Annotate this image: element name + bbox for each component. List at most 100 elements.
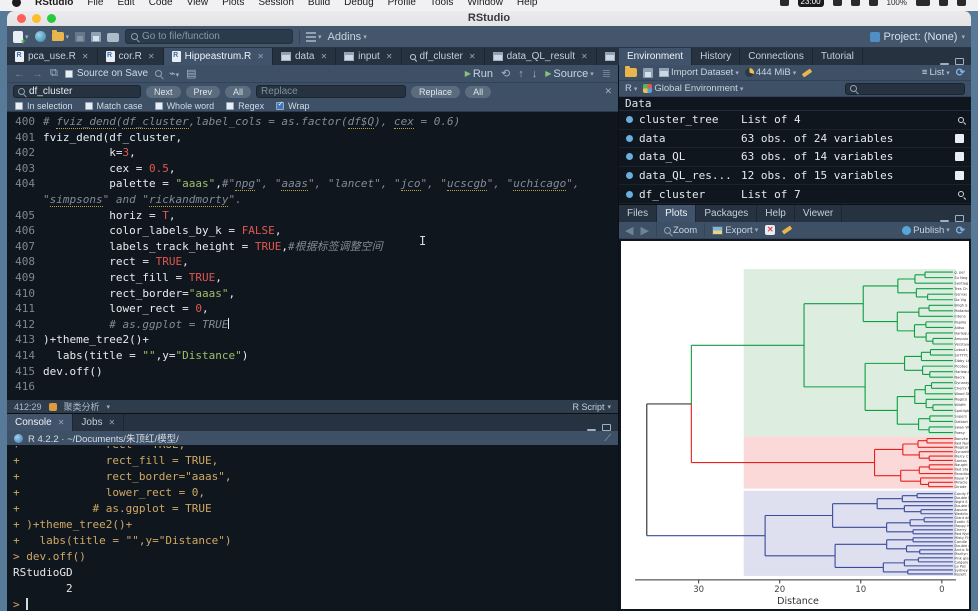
source-button[interactable]: ▶ Source ▾: [545, 68, 594, 80]
memory-usage-button[interactable]: 444 MiB ▾: [744, 67, 796, 78]
find-option-in-selection[interactable]: In selection: [15, 101, 73, 111]
maximize-pane-icon[interactable]: [602, 424, 611, 431]
status-icon[interactable]: [939, 0, 948, 6]
close-tab-icon[interactable]: ✕: [109, 418, 116, 427]
view-table-icon[interactable]: [955, 171, 964, 181]
expand-object-icon[interactable]: [626, 153, 633, 161]
close-tab-icon[interactable]: ✕: [386, 52, 393, 61]
menu-app[interactable]: RStudio: [35, 0, 73, 8]
export-plot-button[interactable]: Export ▾: [712, 225, 758, 236]
open-file-button[interactable]: ▾: [51, 30, 69, 41]
source-tab-hippeastrum-r[interactable]: Hippeastrum.R ✕: [163, 48, 273, 65]
replace-button[interactable]: Replace: [411, 85, 461, 98]
import-dataset-button[interactable]: Import Dataset ▾: [659, 67, 739, 78]
pane-tab-plots[interactable]: Plots: [657, 205, 697, 222]
close-find-icon[interactable]: ✕: [604, 86, 612, 97]
menu-view[interactable]: View: [187, 0, 209, 8]
back-icon[interactable]: ←: [14, 68, 25, 80]
menu-code[interactable]: Code: [149, 0, 173, 8]
close-tab-icon[interactable]: ✕: [82, 52, 89, 61]
remove-plot-icon[interactable]: ✕: [765, 225, 776, 235]
environment-item[interactable]: data 63 obs. of 24 variables: [619, 130, 971, 149]
popout-icon[interactable]: ⧉: [50, 67, 58, 80]
environment-item[interactable]: data_QL 63 obs. of 14 variables: [619, 148, 971, 167]
close-tab-icon[interactable]: ✕: [469, 52, 476, 61]
console-tab-console[interactable]: Console ✕: [7, 414, 74, 431]
find-option-wrap[interactable]: Wrap: [276, 100, 309, 111]
replace-all-button[interactable]: All: [465, 85, 492, 98]
maximize-pane-icon[interactable]: [955, 58, 964, 65]
menu-file[interactable]: File: [87, 0, 103, 8]
find-prev-button[interactable]: Prev: [185, 85, 221, 98]
outline-icon[interactable]: ≣: [602, 67, 611, 80]
pane-tab-environment[interactable]: Environment: [619, 48, 693, 65]
window-title-bar[interactable]: RStudio: [7, 11, 971, 26]
menu-build[interactable]: Build: [308, 0, 330, 8]
language-selector[interactable]: R ▾: [625, 83, 637, 94]
menu-plots[interactable]: Plots: [222, 0, 244, 8]
project-menu[interactable]: Project: (None) ▾: [869, 31, 965, 43]
expand-object-icon[interactable]: [626, 190, 633, 198]
run-up-icon[interactable]: ↑: [518, 68, 524, 80]
console-resize-icon[interactable]: ⟋: [604, 433, 611, 444]
list-view-button[interactable]: ≡ List ▾: [922, 67, 950, 78]
inspect-object-icon[interactable]: [958, 191, 964, 198]
goto-file-function-input[interactable]: Go to file/function: [125, 29, 294, 44]
load-workspace-icon[interactable]: [625, 66, 637, 77]
close-tab-icon[interactable]: ✕: [581, 52, 588, 61]
environment-search-input[interactable]: [845, 82, 965, 95]
minimize-pane-icon[interactable]: [940, 219, 949, 222]
menu-edit[interactable]: Edit: [117, 0, 134, 8]
save-button[interactable]: [75, 31, 86, 42]
close-tab-icon[interactable]: ✕: [58, 418, 65, 427]
rerun-icon[interactable]: ⟲: [501, 67, 510, 80]
status-icon[interactable]: [957, 0, 966, 6]
environment-item[interactable]: cluster_tree List of 4: [619, 111, 971, 130]
pane-tab-files[interactable]: Files: [619, 205, 658, 222]
section-label[interactable]: 聚类分析: [64, 400, 100, 413]
addins-grid-icon[interactable]: ▾: [306, 31, 322, 42]
close-tab-icon[interactable]: ✕: [148, 52, 155, 61]
find-option-whole-word[interactable]: Whole word: [154, 101, 214, 111]
expand-object-icon[interactable]: [626, 134, 633, 142]
minimize-pane-icon[interactable]: [940, 62, 949, 65]
source-tab-pca-use-r[interactable]: pca_use.R ✕: [7, 48, 98, 65]
refresh-plots-icon[interactable]: ⟳: [956, 224, 965, 237]
minimize-window-button[interactable]: [32, 14, 41, 23]
source-tab-input[interactable]: input ✕: [336, 48, 402, 65]
save-workspace-icon[interactable]: [643, 67, 653, 78]
menu-session[interactable]: Session: [258, 0, 294, 8]
inspect-object-icon[interactable]: [958, 116, 964, 123]
code-tools-icon[interactable]: ⌁▾: [169, 67, 179, 80]
previous-plot-icon[interactable]: ◀: [625, 224, 633, 237]
global-environment-selector[interactable]: Global Environment ▾: [643, 83, 743, 94]
run-down-icon[interactable]: ↓: [532, 68, 538, 80]
environment-item[interactable]: df_cluster List of 7: [619, 185, 971, 204]
status-icon[interactable]: [832, 0, 842, 6]
print-button[interactable]: [107, 31, 120, 42]
forward-icon[interactable]: →: [32, 68, 43, 80]
new-project-button[interactable]: [34, 31, 46, 42]
pane-tab-tutorial[interactable]: Tutorial: [812, 48, 863, 65]
menu-tools[interactable]: Tools: [430, 0, 453, 8]
run-button[interactable]: ▶ Run: [465, 68, 493, 80]
code-area[interactable]: I 400 # fviz_dend(df_cluster,label_cols =…: [7, 112, 618, 400]
environment-item[interactable]: data_QL_res... 12 obs. of 15 variables: [619, 167, 971, 186]
replace-input[interactable]: [256, 85, 407, 98]
save-all-button[interactable]: [91, 31, 102, 42]
close-tab-icon[interactable]: ✕: [257, 52, 264, 61]
expand-object-icon[interactable]: [626, 116, 633, 124]
minimize-pane-icon[interactable]: [587, 428, 596, 431]
pane-tab-help[interactable]: Help: [757, 205, 795, 222]
clear-objects-icon[interactable]: [801, 67, 813, 78]
menu-profile[interactable]: Profile: [388, 0, 416, 8]
source-tab-df-cluster[interactable]: df_cluster ✕: [401, 48, 485, 65]
console-tab-jobs[interactable]: Jobs ✕: [73, 414, 125, 431]
status-icon[interactable]: [850, 0, 860, 6]
console-working-dir[interactable]: R 4.2.2 · ~/Documents/朱顶红/模型/: [28, 431, 179, 445]
status-icon[interactable]: [868, 0, 878, 6]
publish-button[interactable]: Publish ▾: [902, 225, 950, 236]
zoom-window-button[interactable]: [47, 14, 56, 23]
clear-plots-icon[interactable]: [781, 225, 793, 235]
compile-report-icon[interactable]: ▤: [186, 67, 196, 80]
